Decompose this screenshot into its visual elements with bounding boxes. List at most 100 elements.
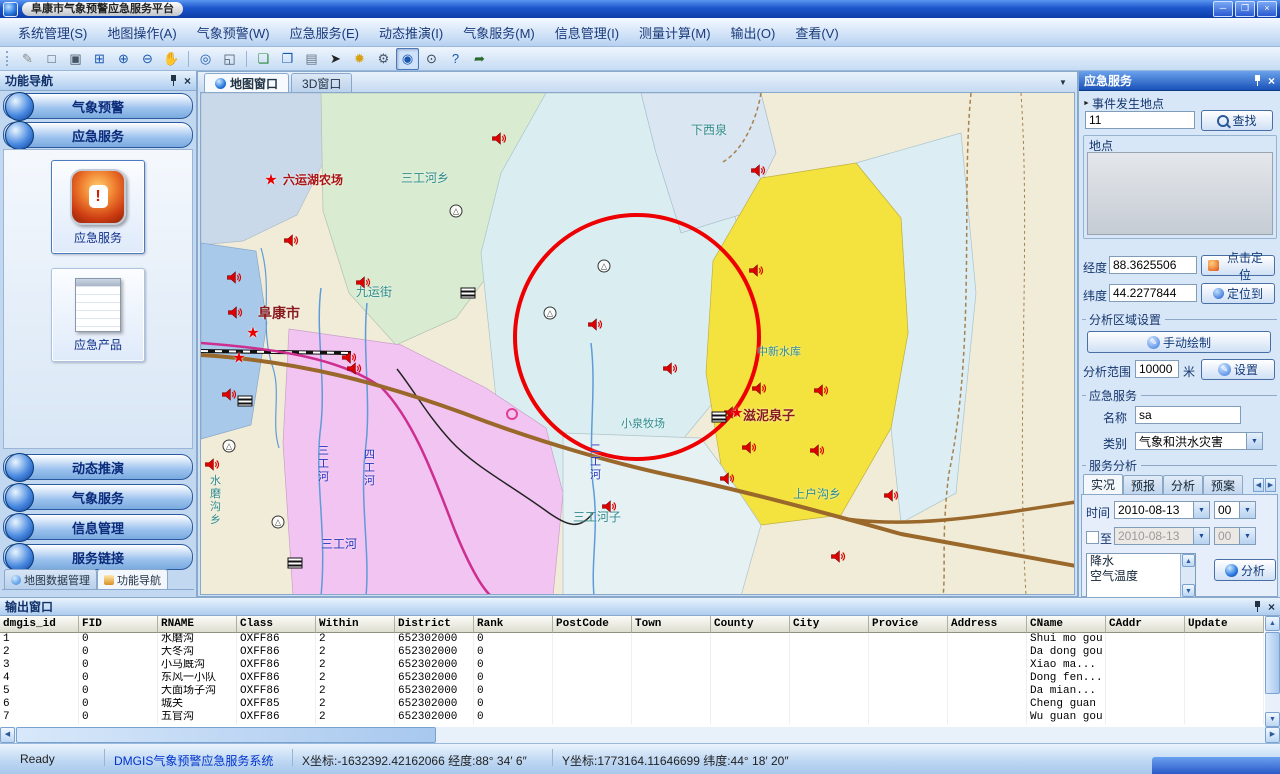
close-icon[interactable]: ×: [184, 75, 191, 87]
menu-item[interactable]: 气象服务(M): [453, 20, 545, 45]
column-header[interactable]: District: [395, 616, 474, 633]
export-icon[interactable]: ➦: [468, 48, 491, 70]
nav-button-气象预警[interactable]: 气象预警: [3, 93, 193, 119]
scroll-up-icon[interactable]: ▲: [1182, 554, 1195, 567]
left-tab-功能导航[interactable]: 功能导航: [97, 569, 168, 589]
service-name-input[interactable]: [1135, 406, 1241, 424]
column-header[interactable]: Within: [316, 616, 395, 633]
scroll-right-icon[interactable]: ▶: [1265, 727, 1280, 743]
map-tab-3D窗口[interactable]: 3D窗口: [291, 73, 352, 92]
service-category-select[interactable]: 气象和洪水灾害 ▼: [1135, 432, 1263, 450]
close-icon[interactable]: ×: [1268, 75, 1275, 87]
analysis-tab-预报[interactable]: 预报: [1123, 475, 1163, 494]
tab-scroll-right-icon[interactable]: ▶: [1265, 478, 1276, 492]
chevron-down-icon[interactable]: ▼: [1193, 502, 1209, 518]
table-row[interactable]: 40东风一小队OXFF8626523020000Dong fen...: [0, 672, 1264, 685]
locate-to-button[interactable]: 定位到: [1201, 283, 1275, 304]
menu-item[interactable]: 测量计算(M): [629, 20, 721, 45]
column-header[interactable]: CName: [1027, 616, 1106, 633]
column-header[interactable]: Town: [632, 616, 711, 633]
pan-hand-icon[interactable]: ✋: [160, 48, 183, 70]
menu-item[interactable]: 系统管理(S): [8, 20, 97, 45]
list-scrollbar[interactable]: ▲ ▼: [1180, 554, 1195, 597]
menu-item[interactable]: 气象预警(W): [187, 20, 280, 45]
column-header[interactable]: Rank: [474, 616, 553, 633]
column-header[interactable]: Provice: [869, 616, 948, 633]
column-header[interactable]: Class: [237, 616, 316, 633]
table-row[interactable]: 60城关OXFF8526523020000Cheng guan: [0, 698, 1264, 711]
column-header[interactable]: County: [711, 616, 790, 633]
column-header[interactable]: FID: [79, 616, 158, 633]
column-header[interactable]: PostCode: [553, 616, 632, 633]
element-listbox[interactable]: ▲ ▼ 降水空气温度: [1086, 553, 1196, 598]
pointer-icon[interactable]: ➤: [324, 48, 347, 70]
end-date-select[interactable]: 2010-08-13 ▼: [1114, 527, 1210, 545]
hscroll-thumb[interactable]: [16, 727, 436, 743]
nav-button-信息管理[interactable]: 信息管理: [3, 514, 193, 540]
map-canvas[interactable]: ★★★★△△△△△ 六运湖农场三工河乡下西泉九运街阜康市中新水库滋泥泉子小泉牧场…: [200, 92, 1075, 595]
pin-icon[interactable]: [169, 75, 178, 86]
menu-item[interactable]: 信息管理(I): [545, 20, 629, 45]
select-add-icon[interactable]: ▣: [64, 48, 87, 70]
analysis-tab-预案[interactable]: 预案: [1203, 475, 1243, 494]
zoom-window-icon[interactable]: ⊞: [88, 48, 111, 70]
zoom-in-icon[interactable]: ⊕: [112, 48, 135, 70]
nav-button-服务链接[interactable]: 服务链接: [3, 544, 193, 570]
identify-icon[interactable]: ✹: [348, 48, 371, 70]
map-tab-地图窗口[interactable]: 地图窗口: [204, 73, 289, 92]
event-location-input[interactable]: [1085, 111, 1195, 129]
menu-item[interactable]: 查看(V): [785, 20, 848, 45]
layers-icon[interactable]: ❏: [252, 48, 275, 70]
manual-draw-button[interactable]: ✎ 手动绘制: [1087, 331, 1271, 353]
start-hour-select[interactable]: 00 ▼: [1214, 501, 1256, 519]
select-rect-icon[interactable]: □: [40, 48, 63, 70]
nav-button-应急服务[interactable]: 应急服务: [3, 122, 193, 148]
tile-应急产品[interactable]: 应急产品: [51, 268, 145, 362]
table-hscrollbar[interactable]: ◀ ▶: [0, 727, 1280, 743]
end-time-checkbox[interactable]: [1086, 531, 1099, 544]
start-date-select[interactable]: 2010-08-13 ▼: [1114, 501, 1210, 519]
restore-button[interactable]: ❐: [1235, 1, 1255, 17]
analysis-range-input[interactable]: [1135, 360, 1179, 378]
column-header[interactable]: City: [790, 616, 869, 633]
table-row[interactable]: 20大冬沟OXFF8626523020000Da dong gou: [0, 646, 1264, 659]
chevron-down-icon[interactable]: ▼: [1246, 433, 1262, 449]
analysis-tab-分析[interactable]: 分析: [1163, 475, 1203, 494]
column-header[interactable]: dmgis_id: [0, 616, 79, 633]
menu-item[interactable]: 应急服务(E): [280, 20, 369, 45]
pin-icon[interactable]: [1253, 601, 1262, 612]
search-button[interactable]: 查找: [1201, 110, 1273, 131]
scroll-down-icon[interactable]: ▼: [1182, 584, 1195, 597]
settings-icon[interactable]: ⚙: [372, 48, 395, 70]
location-list[interactable]: [1087, 152, 1273, 235]
nav-button-气象服务[interactable]: 气象服务: [3, 484, 193, 510]
scroll-left-icon[interactable]: ◀: [0, 727, 15, 743]
close-icon[interactable]: ×: [1268, 601, 1275, 613]
menu-item[interactable]: 动态推演(I): [369, 20, 453, 45]
column-header[interactable]: RNAME: [158, 616, 237, 633]
eye-icon[interactable]: ⊙: [420, 48, 443, 70]
list-item[interactable]: 降水: [1087, 554, 1195, 569]
chevron-down-icon[interactable]: ▼: [1193, 528, 1209, 544]
print-icon[interactable]: ▤: [300, 48, 323, 70]
table-row[interactable]: 10水磨沟OXFF8626523020000Shui mo gou: [0, 633, 1264, 646]
latitude-input[interactable]: [1109, 284, 1197, 302]
full-extent-icon[interactable]: ◎: [194, 48, 217, 70]
list-item[interactable]: 空气温度: [1087, 569, 1195, 584]
map-image-icon[interactable]: ❐: [276, 48, 299, 70]
close-button[interactable]: ×: [1257, 1, 1277, 17]
column-header[interactable]: Address: [948, 616, 1027, 633]
table-row[interactable]: 50大面场子沟OXFF8626523020000Da mian...: [0, 685, 1264, 698]
help-icon[interactable]: ?: [444, 48, 467, 70]
minimize-button[interactable]: ─: [1213, 1, 1233, 17]
chevron-down-icon[interactable]: ▼: [1055, 76, 1071, 89]
chevron-down-icon[interactable]: ▼: [1239, 528, 1255, 544]
table-row[interactable]: 30小马厩沟OXFF8626523020000Xiao ma...: [0, 659, 1264, 672]
globe-icon[interactable]: ◉: [396, 48, 419, 70]
vscroll-thumb[interactable]: [1265, 632, 1280, 694]
scroll-down-icon[interactable]: ▼: [1265, 712, 1280, 727]
column-header[interactable]: Update: [1185, 616, 1264, 633]
table-vscrollbar[interactable]: ▲ ▼: [1265, 616, 1280, 727]
zoom-rect-icon[interactable]: ◱: [218, 48, 241, 70]
scroll-up-icon[interactable]: ▲: [1265, 616, 1280, 631]
